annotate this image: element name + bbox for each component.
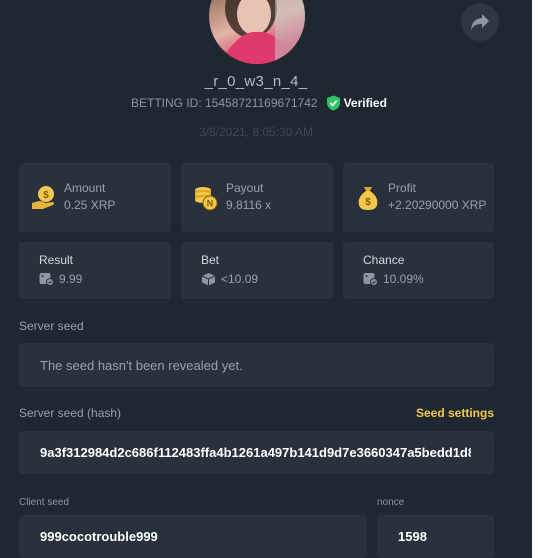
chance-card: Chance 10.09% bbox=[343, 242, 494, 299]
server-seed-hash-label: Server seed (hash) bbox=[19, 406, 122, 420]
dice-check-icon bbox=[39, 273, 54, 286]
share-button[interactable] bbox=[461, 3, 499, 41]
nonce-field[interactable]: 1598 bbox=[377, 515, 494, 558]
result-card: Result 9.99 bbox=[19, 242, 171, 299]
server-seed-hash-field[interactable]: 9a3f312984d2c686f112483ffa4b1261a497b141… bbox=[19, 431, 494, 474]
avatar-photo-icon bbox=[219, 0, 305, 64]
verified-badge: Verified bbox=[326, 95, 387, 111]
dice-cube-icon bbox=[201, 273, 216, 286]
verified-shield-icon bbox=[326, 95, 340, 111]
username: _r_0_w3_n_4_ bbox=[204, 73, 308, 90]
betting-id-row: BETTING ID: 15458721169671742 Verified bbox=[131, 95, 387, 111]
bet-row: <10.09 bbox=[201, 272, 258, 286]
svg-text:N: N bbox=[207, 199, 214, 209]
money-bag-icon: $ bbox=[358, 187, 378, 210]
bet-card: Bet <10.09 bbox=[181, 242, 333, 299]
payout-label: Payout bbox=[226, 181, 264, 195]
seed-settings-link[interactable]: Seed settings bbox=[416, 406, 494, 420]
chance-label: Chance bbox=[363, 253, 405, 267]
bet-label: Bet bbox=[201, 253, 220, 267]
betting-id: BETTING ID: 15458721169671742 bbox=[131, 96, 318, 110]
server-seed-hash-value: 9a3f312984d2c686f112483ffa4b1261a497b141… bbox=[40, 445, 471, 460]
payout-value: 9.8116 x bbox=[226, 198, 272, 212]
result-value: 9.99 bbox=[59, 272, 83, 286]
profit-card: $ Profit +2.20290000 XRP bbox=[343, 163, 494, 232]
nonce-label: nonce bbox=[377, 497, 405, 508]
client-seed-label: Client seed bbox=[19, 497, 70, 508]
profit-value: +2.20290000 XRP bbox=[388, 198, 487, 212]
result-row: 9.99 bbox=[39, 272, 82, 286]
result-label: Result bbox=[39, 253, 74, 267]
coin-stack-icon: N bbox=[195, 187, 218, 211]
amount-card: $ Amount 0.25 XRP bbox=[19, 163, 171, 232]
svg-text:$: $ bbox=[365, 197, 371, 208]
profit-label: Profit bbox=[388, 181, 417, 195]
chance-row: 10.09% bbox=[363, 272, 424, 286]
client-seed-field[interactable]: 999cocotrouble999 bbox=[19, 515, 367, 558]
server-seed-field: The seed hasn't been revealed yet. bbox=[19, 343, 494, 387]
svg-text:$: $ bbox=[43, 190, 49, 201]
money-bag-hand-icon: $ bbox=[32, 186, 54, 209]
verified-label: Verified bbox=[343, 96, 387, 110]
user-avatar[interactable] bbox=[209, 0, 305, 64]
chance-value: 10.09% bbox=[383, 272, 424, 286]
scrollbar-track[interactable] bbox=[532, 0, 538, 558]
dice-check-icon bbox=[363, 273, 378, 286]
amount-label: Amount bbox=[64, 181, 106, 195]
server-seed-label: Server seed bbox=[19, 319, 84, 333]
share-arrow-icon bbox=[471, 14, 489, 30]
payout-card: N Payout 9.8116 x bbox=[181, 163, 333, 232]
bet-timestamp: 3/8/2021, 8:05:30 AM bbox=[198, 125, 314, 139]
bet-value: <10.09 bbox=[221, 272, 259, 286]
bet-details-page: _r_0_w3_n_4_ BETTING ID: 154587211696717… bbox=[0, 0, 538, 558]
amount-value: 0.25 XRP bbox=[64, 198, 116, 212]
